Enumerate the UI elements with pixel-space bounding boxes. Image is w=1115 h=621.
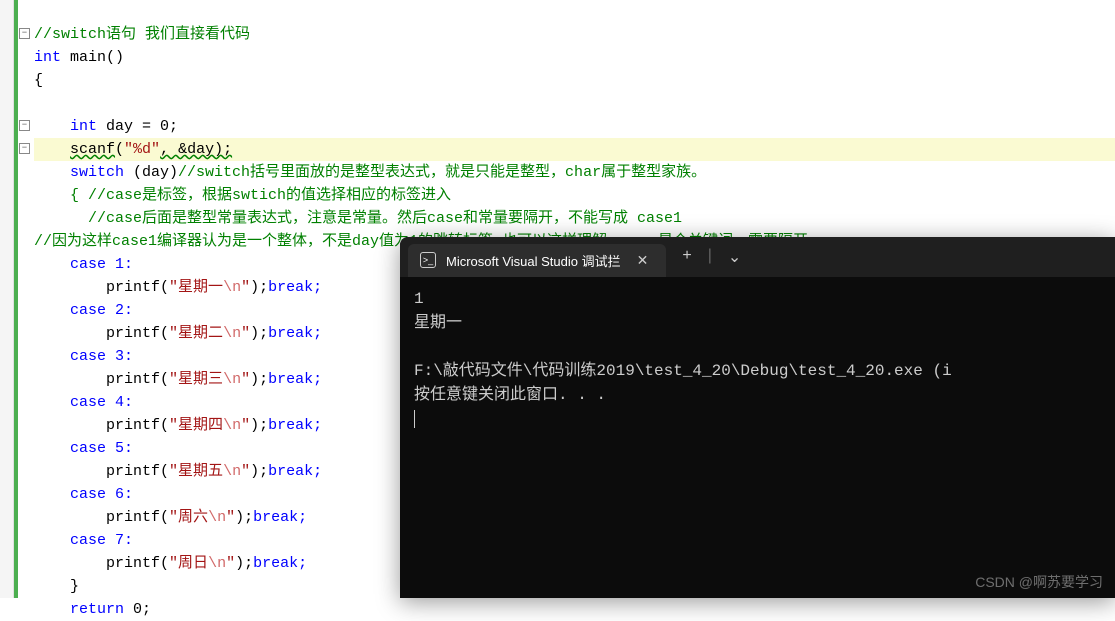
terminal-path: F:\敲代码文件\代码训练2019\test_4_20\Debug\test_4… <box>414 362 952 380</box>
terminal-prompt: 按任意键关闭此窗口. . . <box>414 386 606 404</box>
comment: { //case是标签，根据swtich的值选择相应的标签进入 <box>70 187 451 204</box>
terminal-output: 星期一 <box>414 314 462 332</box>
case-label: case 3: <box>70 348 133 365</box>
cursor-icon <box>414 410 415 428</box>
chevron-down-icon[interactable]: ⌄ <box>728 247 741 267</box>
terminal-titlebar[interactable]: >_ Microsoft Visual Studio 调试拦 ✕ + | ⌄ <box>400 237 1115 277</box>
keyword-return: return <box>70 601 124 618</box>
watermark: CSDN @啊苏要学习 <box>975 572 1103 592</box>
case-label: case 4: <box>70 394 133 411</box>
case-label: case 7: <box>70 532 133 549</box>
close-icon[interactable]: ✕ <box>631 250 655 271</box>
terminal-icon: >_ <box>420 252 436 268</box>
decl: day = 0; <box>97 118 178 135</box>
scanf-call: scanf <box>70 141 115 158</box>
case-label: case 2: <box>70 302 133 319</box>
comment: //switch括号里面放的是整型表达式，就是只能是整型，char属于整型家族。 <box>178 164 706 181</box>
main-name: main() <box>61 49 124 66</box>
case-label: case 5: <box>70 440 133 457</box>
terminal-input: 1 <box>414 290 424 308</box>
keyword-int: int <box>70 118 97 135</box>
terminal-tab-title: Microsoft Visual Studio 调试拦 <box>446 251 621 270</box>
terminal-window: >_ Microsoft Visual Studio 调试拦 ✕ + | ⌄ 1… <box>400 237 1115 598</box>
case-label: case 6: <box>70 486 133 503</box>
brace: } <box>70 578 79 595</box>
terminal-tab[interactable]: >_ Microsoft Visual Studio 调试拦 ✕ <box>408 244 666 277</box>
case-label: case 1: <box>70 256 133 273</box>
brace: { <box>34 72 43 89</box>
comment: //case后面是整型常量表达式，注意是常量。然后case和常量要隔开，不能写成… <box>70 210 682 227</box>
new-tab-button[interactable]: + <box>682 247 691 267</box>
terminal-body[interactable]: 1 星期一 F:\敲代码文件\代码训练2019\test_4_20\Debug\… <box>400 277 1115 441</box>
keyword-int: int <box>34 49 61 66</box>
comment: //switch语句 我们直接看代码 <box>34 26 250 43</box>
keyword-switch: switch <box>70 164 124 181</box>
